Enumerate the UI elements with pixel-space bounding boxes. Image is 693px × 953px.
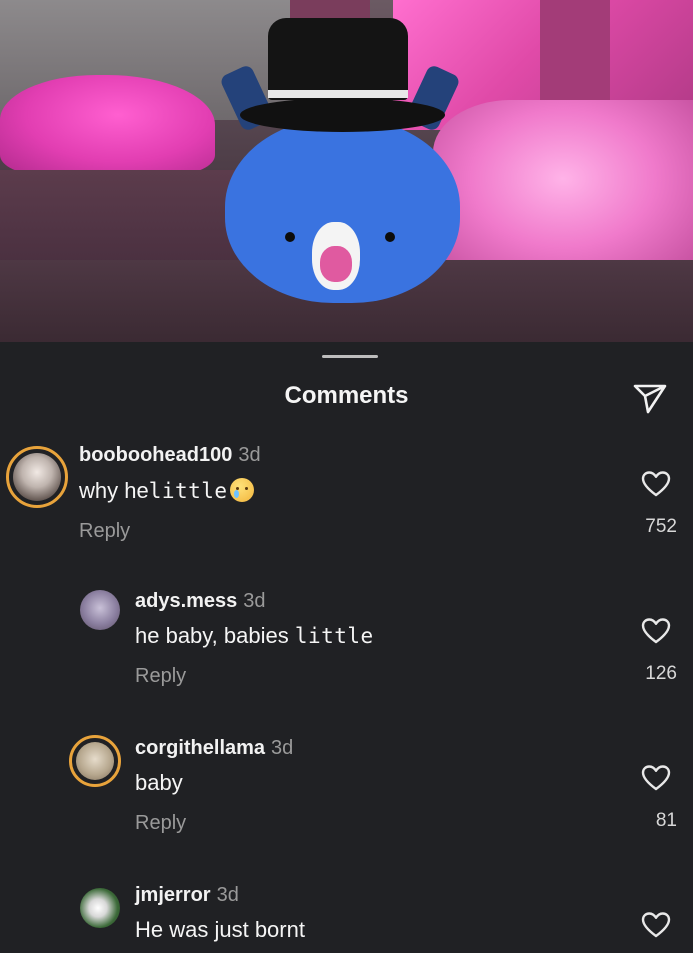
comment-username[interactable]: booboohead100 bbox=[79, 444, 232, 466]
video-wall bbox=[0, 170, 250, 265]
comment-username[interactable]: adys.mess bbox=[135, 590, 237, 612]
avatar[interactable] bbox=[80, 590, 120, 630]
comment-item: jmjerror 3d He was just bornt bbox=[0, 874, 693, 953]
character-eye-left bbox=[285, 232, 295, 242]
heart-icon[interactable] bbox=[641, 911, 671, 939]
video-frame[interactable] bbox=[0, 0, 693, 342]
like-count: 81 bbox=[655, 810, 677, 831]
comments-panel: Comments booboohead100 3d why helittle Re… bbox=[0, 342, 693, 953]
comment-text: He was just bornt bbox=[135, 917, 305, 942]
comment-text: why helittle bbox=[79, 478, 254, 504]
avatar[interactable] bbox=[69, 735, 121, 787]
heart-icon[interactable] bbox=[641, 764, 671, 792]
avatar[interactable] bbox=[6, 446, 68, 508]
comment-item: corgithellama 3d baby Reply 81 bbox=[0, 726, 693, 856]
comment-item: booboohead100 3d why helittle Reply 752 bbox=[0, 430, 693, 560]
blue-axolotl-character bbox=[218, 18, 470, 308]
send-icon[interactable] bbox=[630, 378, 670, 418]
comment-timestamp: 3d bbox=[238, 444, 261, 466]
character-eye-right bbox=[385, 232, 395, 242]
panel-title: Comments bbox=[284, 382, 409, 409]
comment-text: baby bbox=[135, 770, 183, 795]
top-hat-band bbox=[268, 90, 408, 98]
comment-timestamp: 3d bbox=[243, 590, 266, 612]
comment-username[interactable]: corgithellama bbox=[135, 737, 265, 759]
comment-timestamp: 3d bbox=[271, 737, 294, 759]
crying-face-icon bbox=[229, 478, 254, 502]
reply-button[interactable]: Reply bbox=[79, 520, 130, 543]
heart-icon[interactable] bbox=[641, 470, 671, 498]
like-count: 752 bbox=[645, 516, 677, 537]
avatar[interactable] bbox=[80, 888, 120, 928]
styled-word: little bbox=[148, 479, 228, 503]
comment-item: adys.mess 3d he baby, babies little Reply… bbox=[0, 580, 693, 710]
like-count: 126 bbox=[645, 663, 677, 684]
top-hat-brim bbox=[240, 98, 445, 132]
heart-icon[interactable] bbox=[641, 617, 671, 645]
styled-word: little bbox=[294, 624, 374, 648]
comment-timestamp: 3d bbox=[216, 884, 239, 906]
drag-handle[interactable] bbox=[322, 355, 378, 358]
comment-username[interactable]: jmjerror bbox=[135, 884, 211, 906]
reply-button[interactable]: Reply bbox=[135, 812, 186, 835]
video-pink-bush bbox=[0, 75, 215, 175]
character-tongue bbox=[320, 246, 352, 282]
top-hat bbox=[268, 18, 408, 100]
video-pink-hedge bbox=[433, 100, 693, 275]
reply-button[interactable]: Reply bbox=[135, 665, 186, 688]
comment-text: he baby, babies little bbox=[135, 623, 374, 648]
